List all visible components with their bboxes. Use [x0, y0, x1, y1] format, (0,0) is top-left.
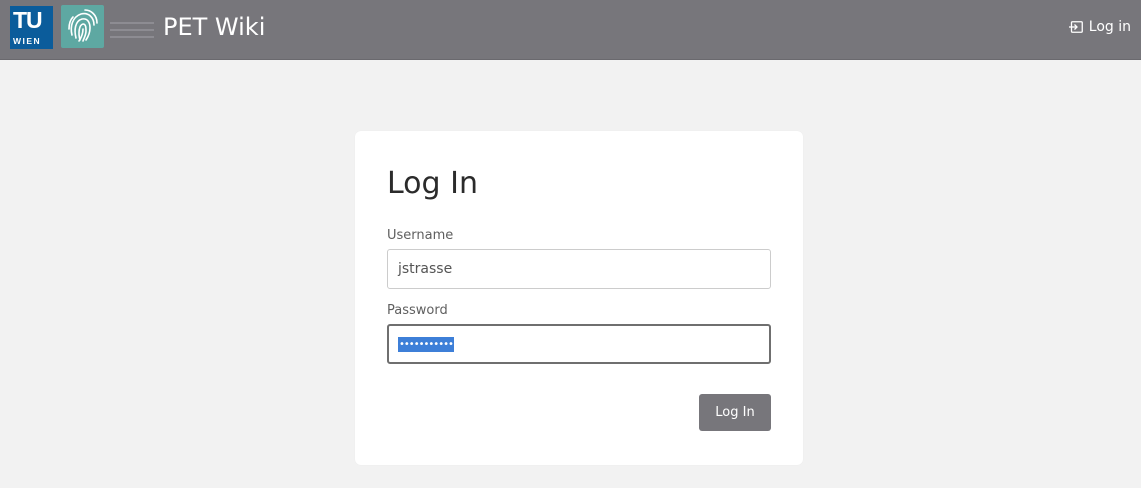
- nav-login-link[interactable]: Log in: [1068, 17, 1131, 37]
- login-card: Log In Username jstrasse Password ••••••…: [355, 131, 803, 465]
- institute-logo-text: [110, 22, 154, 46]
- tu-logo-text: TU: [13, 7, 43, 33]
- password-value-selected: •••••••••••: [398, 336, 454, 352]
- username-value: jstrasse: [398, 261, 453, 277]
- tu-wien-logo[interactable]: TU WIEN: [10, 6, 53, 49]
- username-label: Username: [387, 228, 454, 243]
- password-label: Password: [387, 303, 448, 318]
- app-title[interactable]: PET Wiki: [163, 12, 265, 42]
- login-heading: Log In: [387, 166, 478, 201]
- wien-logo-text: WIEN: [13, 36, 42, 46]
- password-input[interactable]: •••••••••••: [387, 324, 771, 364]
- login-submit-button[interactable]: Log In: [699, 394, 771, 431]
- username-input[interactable]: jstrasse: [387, 249, 771, 289]
- fingerprint-logo-icon[interactable]: [61, 5, 104, 48]
- login-icon: [1068, 21, 1083, 33]
- top-nav-bar: TU WIEN PET Wiki Log in: [0, 0, 1141, 60]
- nav-login-label: Log in: [1088, 19, 1131, 35]
